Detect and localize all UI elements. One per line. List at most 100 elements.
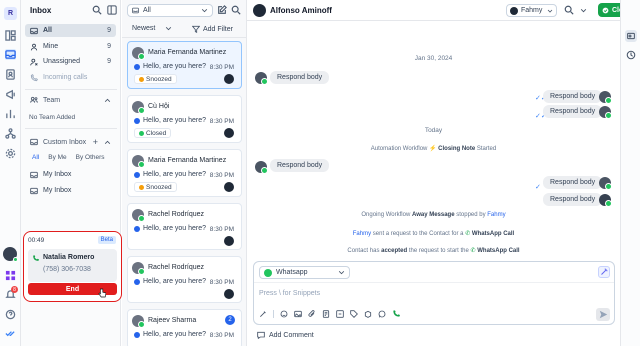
divider bbox=[273, 310, 274, 318]
attachment-icon[interactable] bbox=[308, 310, 316, 318]
image-icon[interactable] bbox=[294, 310, 302, 318]
outgoing-message: Respond body bbox=[543, 105, 603, 118]
emoji-icon[interactable] bbox=[280, 310, 288, 318]
dashboard-icon[interactable] bbox=[5, 30, 16, 41]
caller-name: Natalia Romero bbox=[43, 254, 95, 261]
conversation-card[interactable]: Rajeev Sharma 2 Hello, are you here? 8:3… bbox=[127, 309, 242, 346]
composer-input[interactable]: Press \ for Snippets bbox=[259, 290, 320, 297]
tab-by-me[interactable]: By Me bbox=[48, 154, 66, 161]
channel-select[interactable]: Whatsapp bbox=[259, 266, 350, 279]
team-title: Team bbox=[43, 96, 61, 104]
search-icon[interactable] bbox=[231, 5, 241, 15]
inbox-icon[interactable] bbox=[5, 49, 16, 60]
send-button[interactable] bbox=[596, 308, 610, 321]
contact-info-icon[interactable] bbox=[625, 30, 637, 42]
filter-select[interactable]: All bbox=[127, 4, 213, 17]
settings-icon[interactable] bbox=[5, 148, 16, 159]
reports-icon[interactable] bbox=[5, 108, 16, 119]
conversation-card[interactable]: Rachel Rodríquez Hello, are you here? 8:… bbox=[127, 256, 242, 303]
inbox-item-all[interactable]: All 9 bbox=[25, 24, 116, 37]
collapse-panel-icon[interactable] bbox=[107, 5, 117, 15]
status-label: Snoozed bbox=[146, 183, 172, 191]
last-message: Hello, are you here? bbox=[134, 225, 206, 232]
history-icon[interactable] bbox=[626, 50, 636, 60]
contact-name[interactable]: Alfonso Aminoff bbox=[270, 6, 332, 15]
caller-phone: (758) 306-7038 bbox=[43, 266, 91, 273]
call-icon[interactable] bbox=[392, 310, 400, 318]
sort-select[interactable]: Newest bbox=[132, 25, 172, 32]
incoming-message: Respond body bbox=[270, 71, 330, 84]
custom-inbox-label: My Inbox bbox=[43, 171, 72, 178]
agent-avatar bbox=[599, 91, 612, 104]
tab-all[interactable]: All bbox=[32, 154, 39, 161]
team-section-header[interactable]: Team bbox=[25, 96, 117, 104]
product-icon[interactable] bbox=[364, 310, 372, 318]
inbox-item-mine[interactable]: Mine 9 bbox=[25, 40, 116, 53]
template-icon[interactable] bbox=[322, 310, 330, 318]
divider bbox=[25, 128, 117, 129]
tab-by-others[interactable]: By Others bbox=[76, 154, 105, 161]
conversation-card[interactable]: Cù Hội Hello, are you here? 8:30 PM Clos… bbox=[127, 95, 242, 143]
tag-icon[interactable] bbox=[350, 310, 358, 318]
chevron-down-icon bbox=[166, 27, 172, 31]
contact-avatar bbox=[132, 262, 145, 275]
system-event-call-accepted: Contact has accepted the request to star… bbox=[347, 248, 520, 254]
inbox-item-incoming-calls[interactable]: Incoming calls bbox=[25, 71, 116, 84]
chevron-up-icon[interactable] bbox=[104, 97, 111, 104]
inbox-item-count: 9 bbox=[107, 58, 111, 65]
contacts-icon[interactable] bbox=[5, 69, 16, 80]
message-time: 8:30 PM bbox=[209, 64, 234, 71]
custom-inbox-tabs: All By Me By Others bbox=[32, 154, 105, 161]
conversation-card[interactable]: Rachel Rodríquez Hello, are you here? 8:… bbox=[127, 203, 242, 250]
add-comment-button[interactable]: Add Comment bbox=[257, 331, 314, 339]
inbox-item-count: 9 bbox=[107, 27, 111, 34]
conversation-card[interactable]: Maria Fernanda Martinez Hello, are you h… bbox=[127, 41, 242, 89]
phone-icon bbox=[33, 255, 39, 261]
plus-icon[interactable]: + bbox=[93, 137, 98, 147]
custom-inbox-item[interactable]: My Inbox bbox=[25, 168, 116, 181]
chevron-up-icon[interactable] bbox=[104, 139, 111, 146]
add-filter-button[interactable]: Add Filter bbox=[192, 25, 233, 33]
conversation-card[interactable]: Maria Fernanda Martinez Hello, are you h… bbox=[127, 149, 242, 197]
contact-avatar bbox=[255, 72, 268, 85]
check-double-icon[interactable] bbox=[5, 328, 16, 339]
filter-icon bbox=[192, 25, 200, 33]
inbox-item-count: 9 bbox=[107, 43, 111, 50]
note-icon[interactable] bbox=[336, 310, 344, 318]
whatsapp-outline-icon[interactable] bbox=[378, 310, 386, 318]
no-team-text: No Team Added bbox=[29, 114, 76, 121]
status-badge: Closed bbox=[134, 128, 172, 138]
system-event-call-request: Fahmy sent a request to the Contact for … bbox=[352, 231, 515, 237]
help-icon[interactable] bbox=[5, 309, 16, 320]
divider bbox=[25, 89, 117, 90]
ai-assist-icon[interactable] bbox=[598, 266, 610, 278]
contact-name: Rachel Rodríquez bbox=[148, 211, 205, 218]
incoming-message: Respond body bbox=[270, 159, 330, 172]
message-time: 8:30 PM bbox=[209, 172, 234, 179]
broadcast-icon[interactable] bbox=[5, 89, 16, 100]
online-status-dot bbox=[13, 257, 18, 262]
search-icon[interactable] bbox=[92, 5, 102, 15]
inbox-item-unassigned[interactable]: Unassigned 9 bbox=[25, 55, 116, 68]
call-timer: 00:49 bbox=[28, 237, 45, 244]
workflow-icon[interactable] bbox=[5, 128, 16, 139]
message-time: 8:30 PM bbox=[209, 226, 234, 233]
inbox-item-label: Unassigned bbox=[43, 58, 80, 65]
compose-icon[interactable] bbox=[217, 5, 227, 15]
divider bbox=[254, 282, 614, 283]
message-text: Hello, are you here? bbox=[143, 171, 207, 178]
more-options-icon[interactable] bbox=[580, 7, 587, 14]
cursor-hand-icon bbox=[98, 288, 106, 298]
contact-avatar bbox=[132, 101, 145, 114]
contact-avatar[interactable] bbox=[253, 4, 266, 17]
apps-icon[interactable] bbox=[5, 270, 16, 281]
search-icon[interactable] bbox=[564, 5, 574, 15]
assignee-select[interactable]: Fahmy bbox=[506, 4, 557, 17]
status-label: Closed bbox=[146, 129, 167, 137]
message-time: 8:30 PM bbox=[209, 332, 234, 339]
inbox-icon bbox=[30, 171, 38, 178]
workspace-avatar[interactable]: R bbox=[4, 7, 17, 20]
magic-wand-icon[interactable] bbox=[259, 310, 267, 318]
custom-inbox-item[interactable]: My Inbox bbox=[25, 184, 116, 197]
date-separator: Today bbox=[424, 127, 443, 134]
